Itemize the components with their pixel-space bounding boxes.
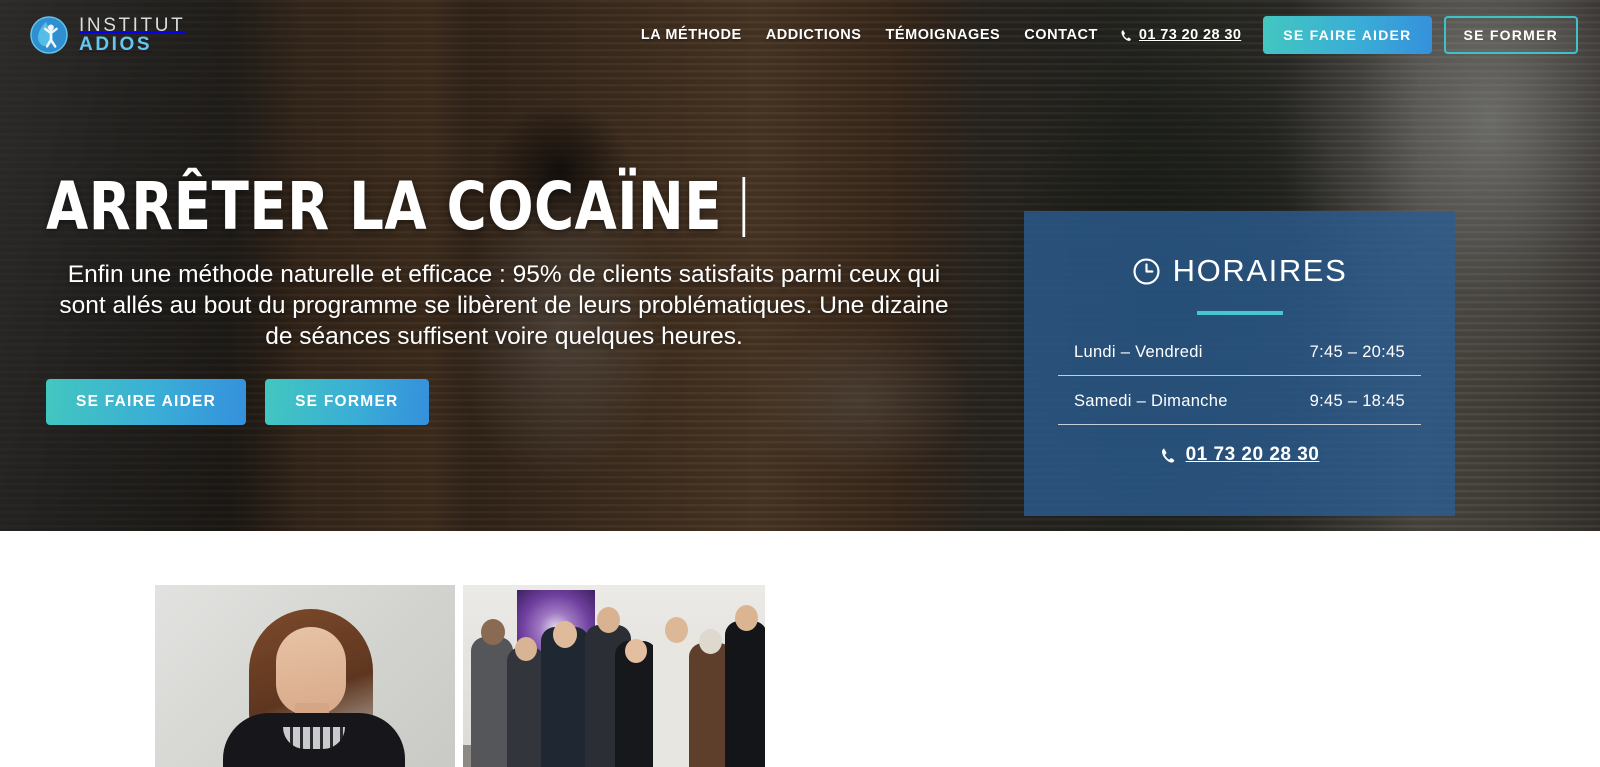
hero-section: INSTITUT ADIOS LA MÉTHODE ADDICTIONS TÉM… [0, 0, 1600, 531]
nav-phone-link[interactable]: 01 73 20 28 30 [1110, 27, 1253, 43]
phone-icon [1121, 29, 1131, 41]
clock-icon [1133, 257, 1160, 285]
horaires-header: HORAIRES [1058, 253, 1421, 289]
site-header: INSTITUT ADIOS LA MÉTHODE ADDICTIONS TÉM… [0, 0, 1600, 70]
about-photo-team [463, 585, 765, 767]
brand-wordmark: INSTITUT ADIOS [79, 16, 185, 54]
nav-cta-se-faire-aider[interactable]: SE FAIRE AIDER [1263, 16, 1432, 54]
hours-day-label: Lundi – Vendredi [1074, 343, 1203, 361]
nav-phone-number: 01 73 20 28 30 [1138, 27, 1242, 43]
horaires-accent-rule [1196, 311, 1283, 315]
team-person [725, 621, 765, 767]
primary-navigation: LA MÉTHODE ADDICTIONS TÉMOIGNAGES CONTAC… [629, 16, 1578, 54]
nav-item-temoignages[interactable]: TÉMOIGNAGES [873, 27, 1012, 43]
team-person [507, 647, 545, 767]
nav-item-la-methode[interactable]: LA MÉTHODE [629, 27, 754, 43]
team-person-head [625, 639, 647, 663]
team-person-head [553, 621, 577, 648]
team-person-head [481, 619, 505, 645]
hours-time-value: 9:45 – 18:45 [1309, 392, 1405, 410]
horaires-title: HORAIRES [1172, 253, 1348, 288]
hours-time-value: 7:45 – 20:45 [1309, 343, 1405, 361]
hours-day-label: Samedi – Dimanche [1074, 392, 1228, 410]
team-person-head [597, 607, 620, 633]
brand-logo-link[interactable]: INSTITUT ADIOS [30, 16, 185, 54]
hero-cta-se-former[interactable]: SE FORMER [265, 378, 429, 425]
team-person [541, 627, 589, 767]
team-person-head [699, 629, 722, 654]
nav-cta-se-former[interactable]: SE FORMER [1443, 16, 1578, 54]
hero-subtitle: Enfin une méthode naturelle et efficace … [59, 261, 949, 350]
hero-cta-se-faire-aider[interactable]: SE FAIRE AIDER [46, 378, 247, 425]
hero-title-text: ARRÊTER LA COCAÏNE [46, 168, 723, 245]
nav-item-addictions[interactable]: ADDICTIONS [754, 27, 874, 43]
horaires-phone-link[interactable]: 01 73 20 28 30 [1058, 444, 1421, 466]
horaires-phone-number: 01 73 20 28 30 [1185, 444, 1320, 465]
typing-caret-icon [742, 177, 746, 237]
hero-cta-group: SE FAIRE AIDER SE FORMER [46, 378, 976, 425]
team-person-head [735, 605, 758, 631]
portrait-face [276, 627, 346, 715]
droplet-figure-logo-icon [30, 16, 68, 54]
hours-row: Lundi – Vendredi 7:45 – 20:45 [1058, 343, 1421, 376]
about-photo-group [155, 585, 765, 767]
brand-name-bottom: ADIOS [79, 34, 153, 55]
hero-title: ARRÊTER LA COCAÏNE [46, 174, 902, 240]
team-person-head [515, 637, 537, 661]
hours-list: Lundi – Vendredi 7:45 – 20:45 Samedi – D… [1058, 343, 1421, 425]
brand-name-top: INSTITUT [79, 15, 186, 36]
horaires-panel: HORAIRES Lundi – Vendredi 7:45 – 20:45 S… [1024, 211, 1455, 516]
nav-item-contact[interactable]: CONTACT [1012, 27, 1110, 43]
hero-content: ARRÊTER LA COCAÏNE Enfin une méthode nat… [46, 174, 976, 425]
about-section: Qui sommes nous ? [0, 531, 1600, 767]
team-person-head [665, 617, 688, 643]
about-photo-portrait [155, 585, 455, 767]
hours-row: Samedi – Dimanche 9:45 – 18:45 [1058, 392, 1421, 425]
phone-icon [1161, 447, 1174, 463]
